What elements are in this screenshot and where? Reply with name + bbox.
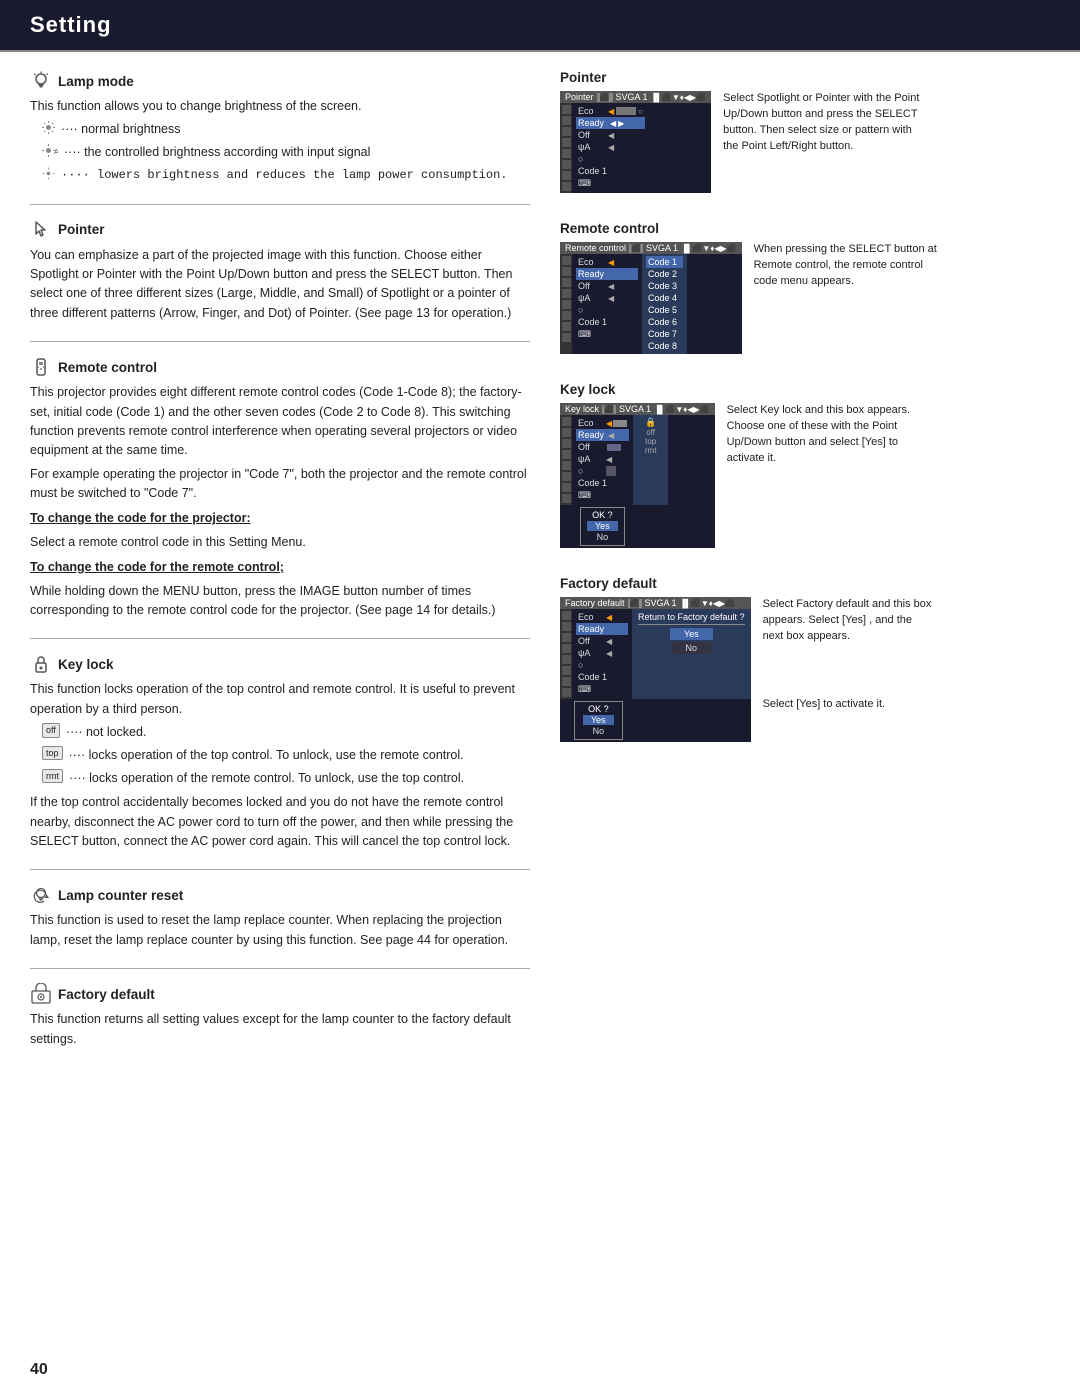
page-number: 40 <box>30 1361 48 1379</box>
pointer-section-title: Pointer <box>30 219 530 241</box>
key-lock-body: This function locks operation of the top… <box>30 680 530 851</box>
pointer-label: Pointer <box>58 222 105 237</box>
pointer-menu-items: Eco ◀ ○ Ready ◀ ▶ Off <box>572 103 649 193</box>
lamp-mode-label: Lamp mode <box>58 74 134 89</box>
remote-control-diagram-wrapper: Remote control ⬛ SVGA 1 ▐▌⬛▼♦◀▶⬛ <box>560 242 1050 354</box>
remote-control-diagram-note: When pressing the SELECT button at Remot… <box>754 242 944 290</box>
pointer-screen: Pointer ⬛ SVGA 1 ▐▌⬛▼♦◀▶⬛ <box>560 91 711 193</box>
key-lock-sub-panel: 🔒 off top rmt <box>633 415 668 505</box>
pointer-diagram-section: Pointer Pointer ⬛ SVGA 1 ▐▌⬛▼♦◀▶⬛ <box>560 70 1050 193</box>
lamp-mode-title: Lamp mode <box>30 70 530 92</box>
pointer-menu-row-off: Off ◀ <box>576 129 645 141</box>
lock-top-icon: top <box>42 746 63 761</box>
remote-control-diagram-title: Remote control <box>560 221 1050 236</box>
factory-dialog: Return to Factory default ? Yes No <box>632 609 751 699</box>
lamp-counter-reset-label: Lamp counter reset <box>58 888 183 903</box>
factory-notes: Select Factory default and this box appe… <box>759 597 934 713</box>
svg-text:A: A <box>54 149 58 156</box>
pointer-topbar: Pointer ⬛ SVGA 1 ▐▌⬛▼♦◀▶⬛ <box>560 91 711 103</box>
brightness-item-normal: ···· normal brightness <box>42 120 530 140</box>
pointer-menu-row-circle: ○ <box>576 153 645 165</box>
key-lock-ok-panel: OK ? Yes No <box>560 505 715 548</box>
key-lock-diagram-section: Key lock Key lock ⬛ SVGA 1 ▐▌⬛▼♦◀▶⬛ <box>560 382 1050 548</box>
remote-code-panel: Code 1 Code 2 Code 3 Code 4 Code 5 Code … <box>642 254 687 354</box>
lock-remote-item: rmt ···· locks operation of the remote c… <box>42 769 530 788</box>
change-projector-title: To change the code for the projector: <box>30 511 251 525</box>
key-lock-label: Key lock <box>58 657 114 672</box>
divider-1 <box>30 204 530 205</box>
lock-icon <box>30 653 52 675</box>
pointer-diagram-wrapper: Pointer ⬛ SVGA 1 ▐▌⬛▼♦◀▶⬛ <box>560 91 1050 193</box>
main-content: Lamp mode This function allows you to ch… <box>0 52 1080 1097</box>
right-column: Pointer Pointer ⬛ SVGA 1 ▐▌⬛▼♦◀▶⬛ <box>550 70 1050 1067</box>
section-remote-control: Remote control This projector provides e… <box>30 356 530 620</box>
lock-off-item: off ···· not locked. <box>42 723 530 742</box>
factory-ok-panel: OK ? Yes No <box>560 699 751 742</box>
factory-default-diagram-title: Factory default <box>560 576 1050 591</box>
factory-default-diagram-wrapper: Factory default ⬛ SVGA 1 ▐▌⬛▼♦◀▶⬛ <box>560 597 1050 742</box>
remote-icon <box>30 356 52 378</box>
lamp-reset-icon <box>30 884 52 906</box>
divider-4 <box>30 869 530 870</box>
factory-default-body: This function returns all setting values… <box>30 1010 530 1049</box>
lamp-counter-reset-body: This function is used to reset the lamp … <box>30 911 530 950</box>
lock-top-item: top ···· locks operation of the top cont… <box>42 746 530 765</box>
pointer-menu-row-psia: ψA ◀ <box>576 141 645 153</box>
brightness-item-auto: A ···· the controlled brightness accordi… <box>42 143 530 163</box>
remote-control-title: Remote control <box>30 356 530 378</box>
lamp-mode-body: This function allows you to change brigh… <box>30 97 530 186</box>
pointer-diagram-note: Select Spotlight or Pointer with the Poi… <box>723 91 923 155</box>
lock-list: off ···· not locked. top ···· locks oper… <box>42 723 530 787</box>
key-lock-screen: Key lock ⬛ SVGA 1 ▐▌⬛▼♦◀▶⬛ <box>560 403 715 548</box>
pointer-icon <box>30 219 52 241</box>
key-lock-diagram-wrapper: Key lock ⬛ SVGA 1 ▐▌⬛▼♦◀▶⬛ <box>560 403 1050 548</box>
sun-a-icon: A <box>42 144 58 163</box>
remote-control-body: This projector provides eight different … <box>30 383 530 620</box>
page-title: Setting <box>30 12 112 38</box>
factory-default-title: Factory default <box>30 983 530 1005</box>
pointer-diagram-title: Pointer <box>560 70 1050 85</box>
change-remote-title: To change the code for the remote contro… <box>30 560 284 574</box>
key-lock-diagram-title: Key lock <box>560 382 1050 397</box>
brightness-item-low: ···· lowers brightness and reduces the l… <box>42 166 530 186</box>
lock-off-icon: off <box>42 723 60 738</box>
key-lock-diagram-note: Select Key lock and this box appears. Ch… <box>727 403 912 467</box>
divider-2 <box>30 341 530 342</box>
pointer-menu-row-eco: Eco ◀ ○ <box>576 105 645 117</box>
factory-default-screen: Factory default ⬛ SVGA 1 ▐▌⬛▼♦◀▶⬛ <box>560 597 751 742</box>
pointer-menu-row-kb: ⌨ <box>576 177 645 190</box>
page-header: Setting <box>0 0 1080 50</box>
section-pointer: Pointer You can emphasize a part of the … <box>30 219 530 324</box>
pointer-body: You can emphasize a part of the projecte… <box>30 246 530 324</box>
factory-note-1: Select Factory default and this box appe… <box>763 597 934 645</box>
factory-default-diagram-section: Factory default Factory default ⬛ SVGA 1… <box>560 576 1050 742</box>
pointer-sidebar <box>560 103 572 193</box>
pointer-menu-row-code1: Code 1 <box>576 165 645 177</box>
remote-control-label: Remote control <box>58 360 157 375</box>
section-lamp-counter-reset: Lamp counter reset This function is used… <box>30 884 530 950</box>
section-lamp-mode: Lamp mode This function allows you to ch… <box>30 70 530 186</box>
brightness-list: ···· normal brightness A <box>42 120 530 185</box>
lamp-counter-reset-title: Lamp counter reset <box>30 884 530 906</box>
remote-control-screen: Remote control ⬛ SVGA 1 ▐▌⬛▼♦◀▶⬛ <box>560 242 742 354</box>
pointer-menu-row-ready: Ready ◀ ▶ <box>576 117 645 129</box>
factory-icon <box>30 983 52 1005</box>
factory-note-2: Select [Yes] to activate it. <box>763 697 934 713</box>
section-factory-default-left: Factory default This function returns al… <box>30 983 530 1049</box>
factory-default-label: Factory default <box>58 987 155 1002</box>
remote-control-diagram-section: Remote control Remote control ⬛ SVGA 1 ▐… <box>560 221 1050 354</box>
sun-small-icon <box>42 167 55 186</box>
divider-5 <box>30 968 530 969</box>
key-lock-title: Key lock <box>30 653 530 675</box>
divider-3 <box>30 638 530 639</box>
lock-remote-icon: rmt <box>42 769 63 784</box>
sun-icon <box>42 121 55 140</box>
lamp-icon <box>30 70 52 92</box>
section-key-lock: Key lock This function locks operation o… <box>30 653 530 851</box>
left-column: Lamp mode This function allows you to ch… <box>30 70 550 1067</box>
